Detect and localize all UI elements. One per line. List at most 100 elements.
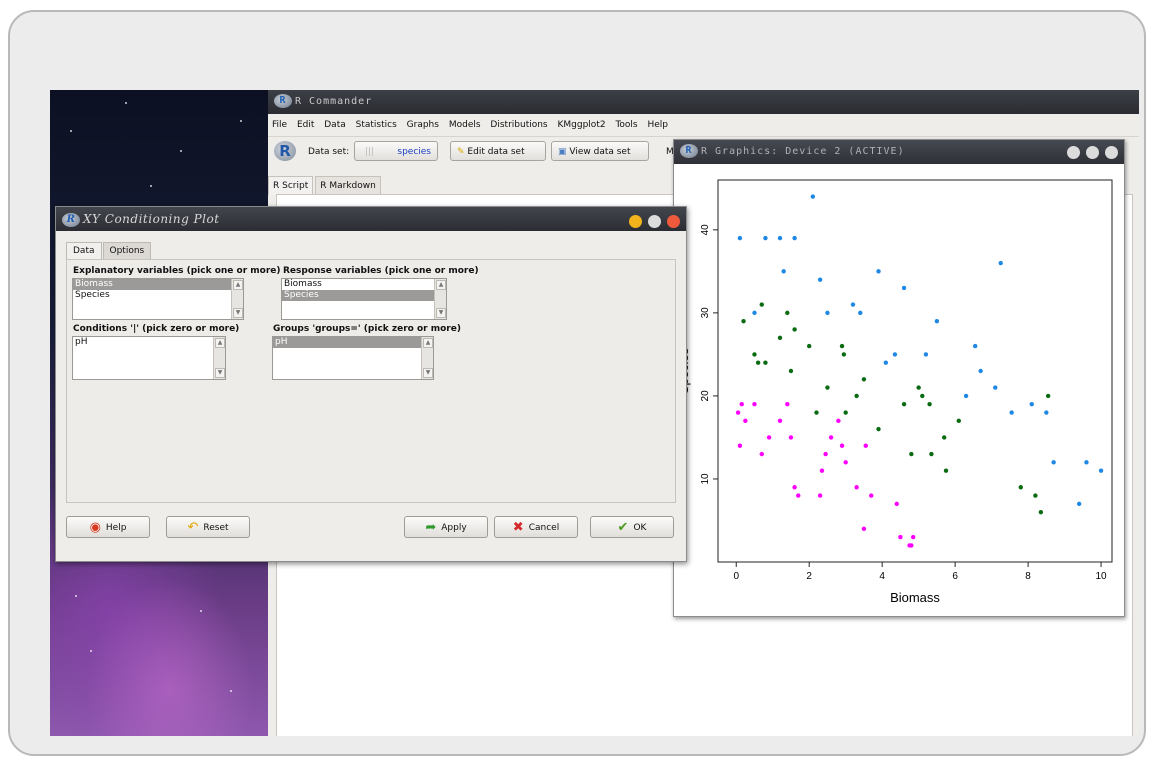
- data-point: [927, 402, 932, 407]
- undo-arrow-icon: ↶: [187, 520, 199, 535]
- menu-tools[interactable]: Tools: [615, 120, 637, 130]
- menu-kmggplot2[interactable]: KMggplot2: [558, 120, 606, 130]
- view-icon: ▣: [558, 147, 567, 157]
- x-tick-label: 6: [952, 571, 958, 582]
- menu-file[interactable]: File: [272, 120, 287, 130]
- list-item[interactable]: pH: [273, 337, 421, 348]
- data-point: [792, 235, 797, 241]
- tab-r-markdown[interactable]: R Markdown: [315, 176, 381, 195]
- dataset-icon: |||: [365, 147, 375, 157]
- ok-button[interactable]: ✔ OK: [590, 516, 674, 538]
- checkmark-icon: ✔: [617, 520, 629, 535]
- help-label: Help: [105, 523, 127, 533]
- data-point: [956, 418, 961, 424]
- data-point: [752, 402, 757, 407]
- apply-button[interactable]: ➦ Apply: [404, 516, 488, 538]
- list-item[interactable]: pH: [73, 337, 213, 348]
- data-point: [836, 418, 841, 424]
- data-point: [943, 468, 949, 473]
- response-listbox[interactable]: Biomass Species ▲ ▼: [281, 278, 447, 320]
- x-tick-label: 2: [806, 571, 812, 582]
- menu-data[interactable]: Data: [324, 120, 346, 130]
- data-point: [759, 451, 764, 457]
- maximize-button[interactable]: [648, 215, 661, 228]
- data-point: [766, 435, 772, 440]
- scatter-plot: 024681010203040 Biomass Species: [676, 179, 1113, 605]
- x-axis-label: Biomass: [890, 590, 940, 605]
- data-point: [978, 368, 983, 374]
- x-tick-label: 4: [879, 571, 885, 582]
- data-point: [814, 410, 819, 415]
- data-point: [741, 318, 746, 324]
- dataset-label: Data set:: [308, 147, 350, 157]
- explanatory-listbox[interactable]: Biomass Species ▲ ▼: [72, 278, 244, 320]
- data-point: [792, 485, 797, 490]
- menu-help[interactable]: Help: [648, 120, 669, 130]
- menu-models[interactable]: Models: [449, 120, 481, 130]
- y-tick-label: 10: [700, 473, 711, 485]
- data-point: [735, 410, 741, 415]
- ok-label: OK: [633, 523, 647, 533]
- plot-box: [717, 179, 1113, 563]
- close-button[interactable]: [667, 215, 680, 228]
- rcommander-menubar: File Edit Data Statistics Graphs Models …: [268, 114, 1139, 137]
- minimize-button[interactable]: [629, 215, 642, 228]
- reset-button[interactable]: ↶ Reset: [166, 516, 250, 538]
- data-tab-panel: Explanatory variables (pick one or more)…: [66, 259, 676, 503]
- menu-edit[interactable]: Edit: [297, 120, 314, 130]
- tab-options[interactable]: Options: [102, 242, 152, 259]
- menu-distributions[interactable]: Distributions: [490, 120, 547, 130]
- groups-label: Groups 'groups=' (pick zero or more): [273, 324, 461, 334]
- data-point: [788, 368, 794, 374]
- data-point: [941, 435, 947, 440]
- tab-data[interactable]: Data: [66, 242, 102, 259]
- x-tick-label: 0: [733, 571, 739, 582]
- r-logo-icon: R: [680, 144, 698, 158]
- lifebuoy-icon: ◉: [89, 520, 101, 535]
- y-tick-label: 30: [700, 307, 711, 319]
- data-point: [920, 393, 925, 399]
- tab-r-script[interactable]: R Script: [268, 176, 314, 195]
- rcommander-tabs: R Script R Markdown: [268, 176, 383, 195]
- close-button[interactable]: [1105, 146, 1118, 159]
- dataset-value: species: [397, 147, 431, 157]
- y-tick-label: 40: [700, 224, 711, 236]
- data-point: [759, 302, 764, 307]
- rcommander-title: R Commander: [295, 96, 373, 107]
- dataset-selector-button[interactable]: ||| species: [354, 141, 438, 161]
- list-item[interactable]: Biomass: [282, 279, 434, 290]
- cancel-button[interactable]: ✖ Cancel: [494, 516, 578, 538]
- groups-listbox[interactable]: pH ▲ ▼: [272, 336, 434, 380]
- list-item[interactable]: Species: [73, 290, 231, 301]
- help-button[interactable]: ◉ Help: [66, 516, 150, 538]
- scrollbar[interactable]: ▲ ▼: [213, 337, 225, 379]
- data-point: [894, 501, 899, 507]
- data-point: [743, 418, 748, 424]
- data-point: [861, 377, 867, 382]
- data-point: [785, 402, 790, 407]
- menu-graphs[interactable]: Graphs: [407, 120, 439, 130]
- minimize-button[interactable]: [1067, 146, 1080, 159]
- rcommander-titlebar: RR Commander: [268, 90, 1139, 114]
- data-point: [839, 443, 845, 448]
- list-item[interactable]: Biomass: [73, 279, 231, 290]
- conditions-label: Conditions '|' (pick zero or more): [73, 324, 240, 334]
- data-point: [1098, 468, 1104, 473]
- data-point: [839, 343, 845, 349]
- scrollbar[interactable]: ▲ ▼: [231, 279, 243, 319]
- x-tick-label: 8: [1025, 571, 1031, 582]
- scrollbar[interactable]: ▲ ▼: [434, 279, 446, 319]
- data-point: [1038, 509, 1044, 515]
- edit-dataset-button[interactable]: ✎ Edit data set: [450, 141, 546, 161]
- data-point: [737, 235, 743, 241]
- view-dataset-button[interactable]: ▣ View data set: [551, 141, 649, 161]
- scrollbar[interactable]: ▲ ▼: [421, 337, 433, 379]
- view-dataset-label: View data set: [569, 147, 631, 157]
- list-item[interactable]: Species: [282, 290, 434, 301]
- conditions-listbox[interactable]: pH ▲ ▼: [72, 336, 226, 380]
- data-point: [739, 402, 744, 407]
- dialog-tabs: Data Options: [66, 242, 152, 259]
- maximize-button[interactable]: [1086, 146, 1099, 159]
- data-point: [1018, 485, 1023, 490]
- menu-statistics[interactable]: Statistics: [356, 120, 397, 130]
